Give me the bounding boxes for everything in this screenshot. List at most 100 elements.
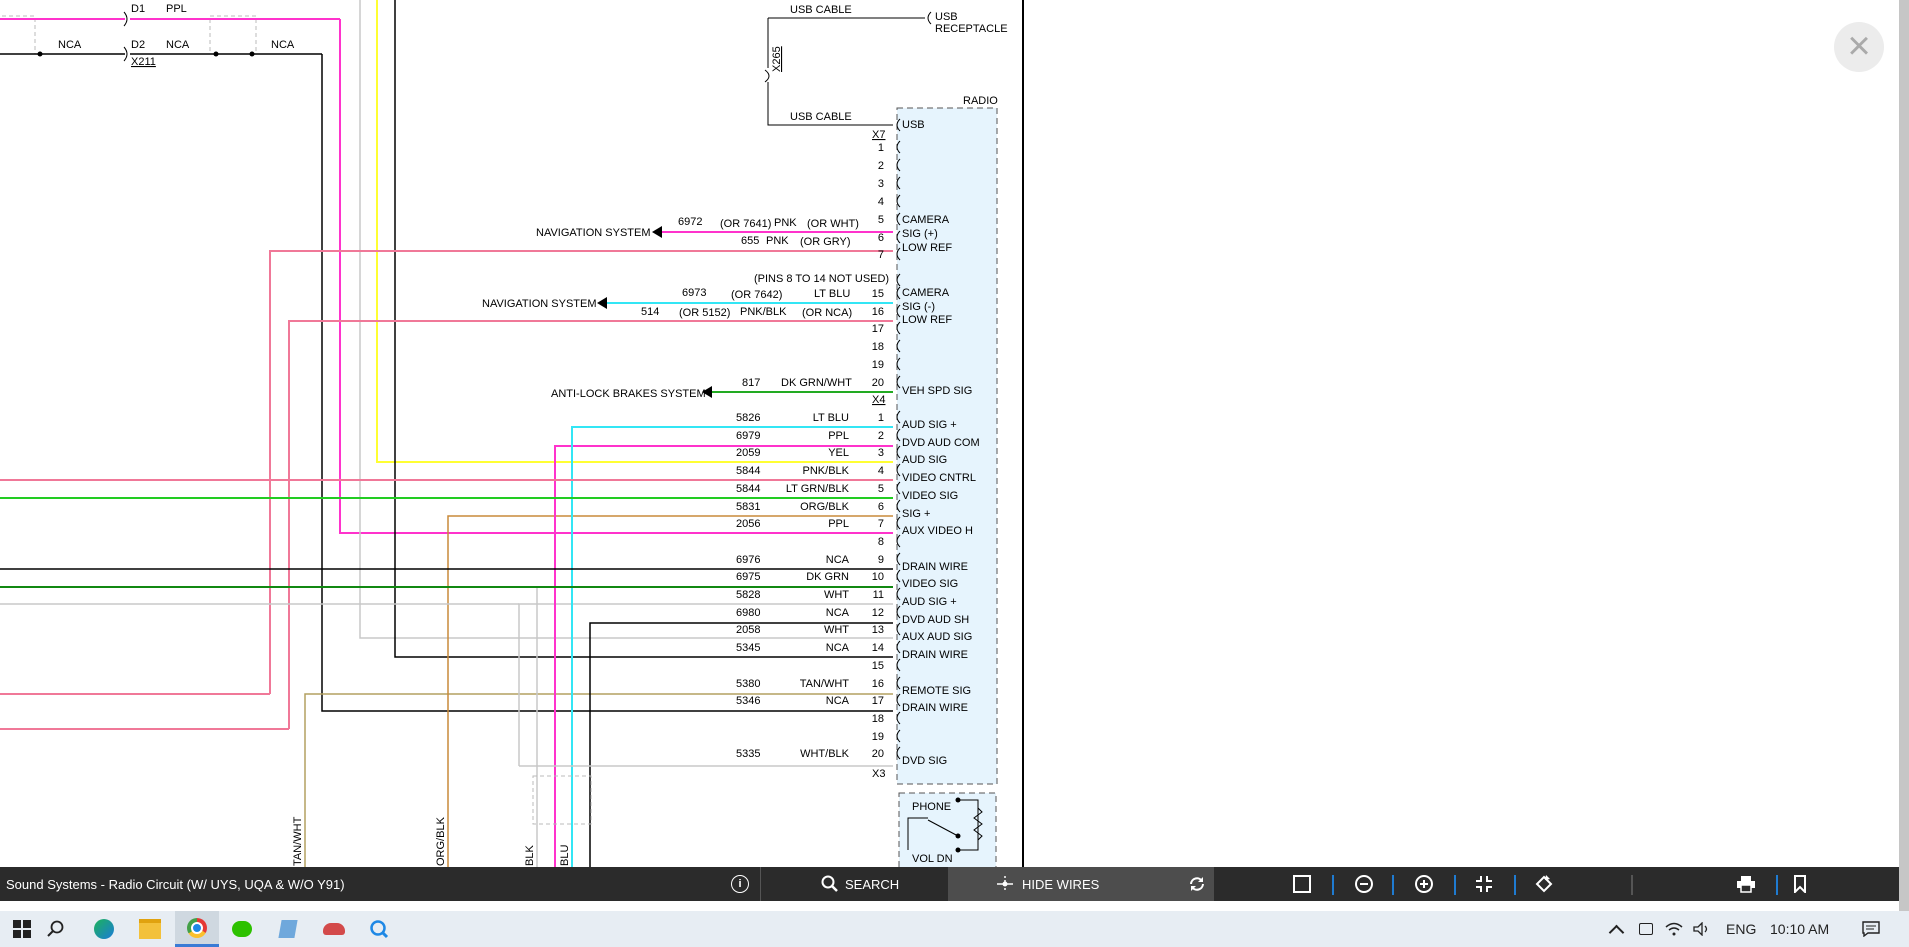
usb-cable-label: USB CABLE — [790, 111, 852, 123]
pin-number: 1 — [878, 412, 884, 424]
app-launcher[interactable] — [357, 911, 401, 947]
circuit-number: 5380 — [736, 678, 760, 690]
pin-function-label: REMOTE SIG — [902, 685, 971, 697]
refresh-icon — [1190, 877, 1204, 891]
wire-color: BLK — [524, 845, 536, 866]
wire-color: TAN/WHT — [292, 816, 304, 866]
pin-number: 18 — [872, 713, 884, 725]
pin-number: 9 — [878, 554, 884, 566]
nca-label: NCA — [58, 39, 82, 51]
circuit-number: 817 — [742, 377, 760, 389]
rotate-icon — [1535, 875, 1553, 893]
car-icon — [323, 923, 345, 935]
pin-number: 16 — [872, 306, 884, 318]
app-launcher[interactable] — [266, 911, 310, 947]
pin-number: 1 — [878, 142, 884, 154]
alt-color: (OR WHT) — [807, 218, 859, 230]
wire-color: LT GRN/BLK — [786, 483, 850, 495]
info-icon: i — [731, 875, 749, 893]
edge-app[interactable] — [82, 911, 126, 947]
info-button[interactable]: i — [728, 867, 752, 901]
rotate-button[interactable] — [1514, 867, 1574, 901]
notifications-button[interactable] — [1856, 911, 1886, 947]
usb-receptacle-label: RECEPTACLE — [935, 23, 1008, 35]
wire-color: WHT/BLK — [800, 748, 850, 760]
wire-color: ORG/BLK — [800, 501, 850, 513]
wifi-button[interactable] — [1662, 911, 1686, 947]
meet-now-button[interactable] — [1634, 911, 1658, 947]
windows-icon — [13, 920, 31, 938]
navigation-system-label: NAVIGATION SYSTEM — [482, 298, 597, 310]
wire-color: LT BLU — [814, 288, 850, 300]
diagram-viewer[interactable]: D1 PPL D2 NCA NCA NCA X211 USB CABLE USB… — [0, 0, 1899, 867]
print-button[interactable] — [1716, 867, 1776, 901]
wire-color: NCA — [826, 607, 850, 619]
wire-color: PNK/BLK — [803, 465, 850, 477]
d1-label: D1 — [131, 3, 145, 15]
connector-x7-label: X7 — [872, 129, 885, 141]
zoom-in-icon — [1415, 875, 1433, 893]
alt-circuit: (OR 7641) — [720, 218, 771, 230]
app-launcher[interactable] — [312, 911, 356, 947]
chrome-app[interactable] — [175, 911, 219, 947]
pin-function-label: CAMERA — [902, 214, 950, 226]
viewer-toolbar: Sound Systems - Radio Circuit (W/ UYS, U… — [0, 867, 1899, 901]
collapse-button[interactable] — [1454, 867, 1514, 901]
file-explorer-app[interactable] — [128, 911, 172, 947]
circuit-number: 5345 — [736, 642, 760, 654]
pins-not-used-note: (PINS 8 TO 14 NOT USED) — [754, 273, 889, 285]
signal-wires: NAVIGATION SYSTEM 6972 (OR 7641) PNK (OR… — [482, 216, 893, 400]
vertical-wire-labels: TAN/WHT ORG/BLK BLU BLK — [292, 816, 571, 866]
zoom-in-button[interactable] — [1394, 867, 1454, 901]
search-icon — [821, 875, 838, 892]
search-taskbar-button[interactable] — [34, 911, 78, 947]
circuit-number: 6972 — [678, 216, 702, 228]
pin-function-label: VIDEO SIG — [902, 490, 958, 502]
hide-wires-button[interactable]: HIDE WIRES — [948, 867, 1214, 901]
collapse-icon — [1476, 876, 1492, 892]
search-button[interactable]: SEARCH — [760, 867, 948, 901]
pin-function-label: AUD SIG + — [902, 419, 957, 431]
pin-number: 8 — [878, 536, 884, 548]
wifi-icon — [1665, 922, 1683, 936]
abs-label: ANTI-LOCK BRAKES SYSTEM — [551, 388, 706, 400]
circuit-number: 6973 — [682, 287, 706, 299]
tray-chevron[interactable] — [1604, 911, 1628, 947]
close-button[interactable]: × — [1834, 22, 1884, 72]
pin-number: 17 — [872, 323, 884, 335]
pin-number: 18 — [872, 341, 884, 353]
wire-color: ORG/BLK — [435, 816, 447, 866]
wechat-app[interactable] — [220, 911, 264, 947]
pin-number: 15 — [872, 660, 884, 672]
pin-number: 10 — [872, 571, 884, 583]
pin-function-label: SIG (-) — [902, 301, 935, 313]
pin-number: 16 — [872, 678, 884, 690]
circuit-number: 6975 — [736, 571, 760, 583]
x7-pin-list: 1234567151617181920 — [872, 118, 901, 389]
nca-label: NCA — [166, 39, 190, 51]
volume-button[interactable] — [1690, 911, 1714, 947]
hide-wires-icon — [997, 876, 1013, 892]
fit-page-button[interactable] — [1272, 867, 1332, 901]
pin-function-label: DRAIN WIRE — [902, 702, 968, 714]
pin-number: 2 — [878, 430, 884, 442]
pin-number: 3 — [878, 447, 884, 459]
bookmark-button[interactable] — [1770, 867, 1830, 901]
circuit-number: 5831 — [736, 501, 760, 513]
refresh-button[interactable] — [1180, 867, 1214, 901]
circuit-number: 5828 — [736, 589, 760, 601]
pin-function-label: AUX VIDEO H — [902, 525, 973, 537]
language-indicator[interactable]: ENG — [1726, 911, 1756, 947]
print-icon — [1737, 876, 1755, 893]
circuit-number: 5346 — [736, 695, 760, 707]
search-label: SEARCH — [845, 876, 900, 892]
document-title: Sound Systems - Radio Circuit (W/ UYS, U… — [6, 876, 345, 892]
circuit-number: 2059 — [736, 447, 760, 459]
notebook-icon — [278, 920, 298, 938]
pin-function-label: AUD SIG — [902, 454, 947, 466]
pin-number: 5 — [878, 483, 884, 495]
zoom-out-button[interactable] — [1334, 867, 1394, 901]
pin-number: 20 — [872, 377, 884, 389]
clock[interactable]: 10:10 AM — [1770, 911, 1829, 947]
vol-dn-label: VOL DN — [912, 853, 953, 865]
